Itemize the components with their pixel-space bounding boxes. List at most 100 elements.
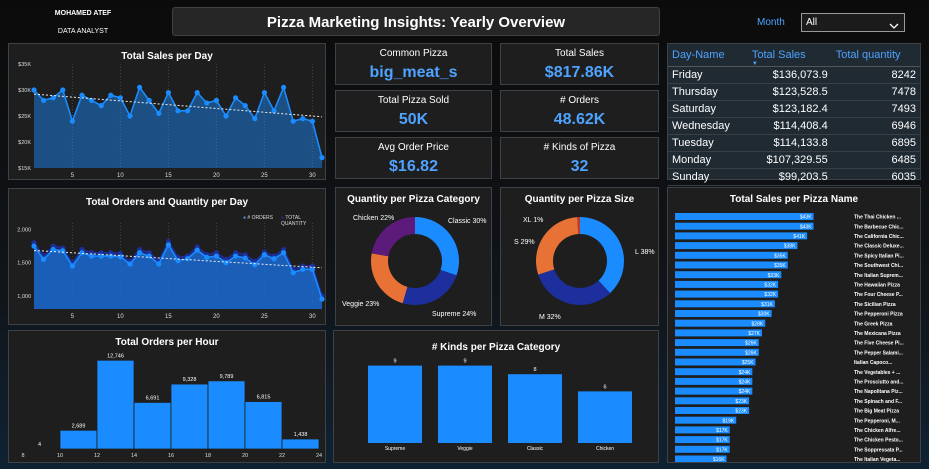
data-label: $35K: [774, 263, 786, 269]
kpi-total-pizza-sold: Total Pizza Sold 50K: [335, 90, 492, 132]
slice-label: Classic 30%: [448, 218, 487, 225]
data-point: [137, 250, 143, 256]
x-tick-label: 25: [261, 314, 268, 320]
y-tick-label: 2,000: [17, 228, 31, 234]
table-row[interactable]: Monday $107,329.55 6485: [668, 151, 920, 169]
data-point: [127, 261, 133, 267]
data-point: [41, 97, 47, 103]
quantity-cell: 7493: [831, 100, 920, 118]
x-tick-label: 14: [131, 453, 137, 459]
table-row[interactable]: Sunday $99,203.5 6035: [668, 168, 920, 186]
quantity-cell: 6946: [831, 117, 920, 135]
data-label: $43K: [800, 215, 812, 221]
pizza-name-label: The Pepperoni, M...: [854, 418, 900, 424]
histogram-bar: [133, 402, 172, 450]
day-name-cell: Monday: [668, 151, 748, 169]
slice-label: XL 1%: [523, 217, 543, 224]
col-header-sales[interactable]: Total Sales ▼: [747, 44, 832, 67]
kpi-total-sales: Total Sales $817.86K: [500, 43, 659, 85]
brand-name: MOHAMED ATEF: [54, 10, 112, 17]
data-label: $30K: [758, 312, 770, 318]
data-point: [185, 256, 191, 262]
data-point: [194, 90, 200, 96]
col-header-quantity[interactable]: Total quantity: [831, 44, 920, 67]
orders-per-hour-card: Total Orders per Hour 4 2,689 12,746 6,691 9…: [8, 330, 326, 463]
month-label: Month: [757, 17, 785, 28]
table-row[interactable]: Thursday $123,528.5 7478: [668, 83, 920, 101]
pizza-name-label: The Pepperoni Pizza: [854, 312, 903, 318]
sales-cell: $107,329.55: [747, 151, 832, 169]
sales-per-pizza-chart: $43K The Thai Chicken ... $43K The Barbecue…: [675, 213, 904, 462]
donut-slice: [371, 253, 408, 304]
pizza-name-label: The Pepper Salami...: [854, 350, 904, 356]
kpi-value: 50K: [398, 111, 429, 128]
brand-role: DATA ANALYST: [57, 28, 109, 35]
pizza-name-label: The Sicilian Pizza: [854, 302, 896, 308]
category-bar: [578, 391, 632, 443]
header-bar: Pizza Marketing Insights: Yearly Overvie…: [172, 7, 660, 36]
kpi-label: # Orders: [560, 95, 599, 106]
kpi-label: Total Pizza Sold: [377, 95, 450, 106]
data-label: 8: [533, 367, 536, 373]
data-label: 2,689: [72, 423, 86, 429]
table-row[interactable]: Tuesday $114,133.8 6895: [668, 134, 920, 152]
pizza-name-label: The Barbecue Chic...: [854, 224, 904, 230]
table-row[interactable]: Wednesday $114,408.4 6946: [668, 117, 920, 135]
data-point: [156, 261, 162, 267]
y-tick-label: $20K: [18, 140, 31, 146]
page-title: Pizza Marketing Insights: Yearly Overvie…: [266, 14, 566, 31]
qty-per-size-donut: L 38% M 32% S 29% XL 1%: [514, 217, 655, 321]
sales-cell: $123,182.4: [747, 100, 832, 118]
data-point: [290, 270, 296, 276]
sales-per-pizza-card: Total Sales per Pizza Name $43K The Thai …: [667, 187, 921, 463]
day-name-cell: Thursday: [668, 83, 748, 101]
data-label: $35K: [774, 253, 786, 259]
data-label: $17K: [716, 438, 728, 444]
data-label: $16K: [713, 457, 725, 462]
data-label: 6,815: [257, 395, 271, 401]
sales-cell: $114,408.4: [747, 117, 832, 135]
pizza-name-label: The Prosciutto and...: [854, 380, 904, 386]
col-header-day[interactable]: Day-Name: [668, 44, 748, 67]
sort-desc-icon: ▼: [751, 61, 758, 67]
donut-slice: [580, 217, 624, 294]
data-point: [156, 110, 162, 116]
quantity-cell: 6035: [831, 168, 920, 186]
day-name-cell: Wednesday: [668, 117, 748, 135]
x-tick-label: 10: [117, 314, 124, 320]
data-point: [281, 84, 287, 90]
category-bar: [508, 374, 562, 443]
quantity-cell: 6895: [831, 134, 920, 152]
kpi-value: $817.86K: [544, 64, 615, 81]
histogram-bar: [170, 383, 209, 450]
data-point: [69, 263, 75, 269]
data-label: $38K: [784, 244, 796, 250]
data-label: $26K: [745, 350, 757, 356]
data-label: $32K: [764, 283, 776, 289]
pizza-name-label: The Big Meat Pizza: [854, 409, 899, 415]
kpi-value: big_meat_s: [369, 64, 458, 81]
sales-cell: $114,133.8: [747, 134, 832, 152]
pizza-name-label: The Spicy Italian Pi...: [854, 253, 904, 259]
data-label: 9,328: [183, 377, 197, 383]
category-bar: [438, 365, 492, 443]
data-label: $25K: [742, 360, 754, 366]
pizza-name-label: Italian Capoco...: [854, 360, 893, 366]
day-name-cell: Sunday: [668, 168, 748, 186]
pizza-bar: [675, 242, 798, 250]
data-point: [146, 97, 152, 103]
data-label: $33K: [768, 273, 780, 279]
pizza-bar: [675, 300, 775, 308]
qty-per-category-card: Quantity per Pizza Category Classic 30% S…: [335, 187, 492, 326]
data-label: 9: [463, 359, 466, 365]
data-point: [127, 113, 133, 119]
x-tick-label: 25: [261, 173, 268, 179]
histogram-bar: [281, 438, 320, 450]
data-point: [98, 103, 104, 109]
data-point: [79, 250, 85, 256]
x-tick-label: 10: [57, 453, 63, 459]
table-row[interactable]: Friday $136,073.9 8242: [668, 66, 920, 84]
month-dropdown[interactable]: All: [801, 13, 905, 32]
table-row[interactable]: Saturday $123,182.4 7493: [668, 100, 920, 118]
category-label: Classic: [527, 446, 544, 452]
